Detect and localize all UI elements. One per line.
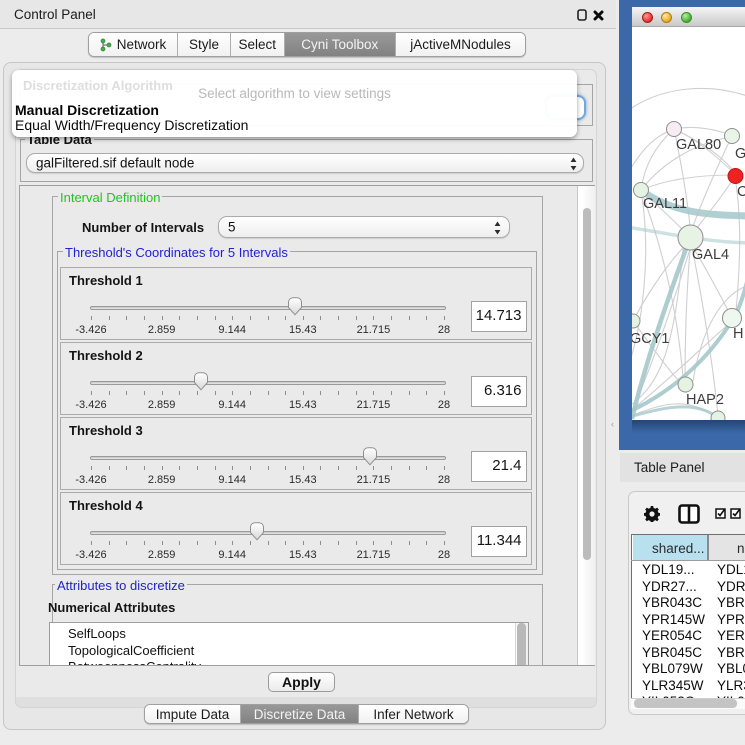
svg-text:C: C <box>737 184 745 200</box>
svg-text:GAL80: GAL80 <box>676 137 721 153</box>
svg-text:H: H <box>733 326 743 342</box>
svg-text:GAL11: GAL11 <box>643 196 687 212</box>
svg-text:GCY1: GCY1 <box>632 331 670 347</box>
svg-text:GAL4: GAL4 <box>692 247 729 263</box>
svg-text:HAP2: HAP2 <box>686 392 724 408</box>
svg-text:GA: GA <box>735 146 745 162</box>
